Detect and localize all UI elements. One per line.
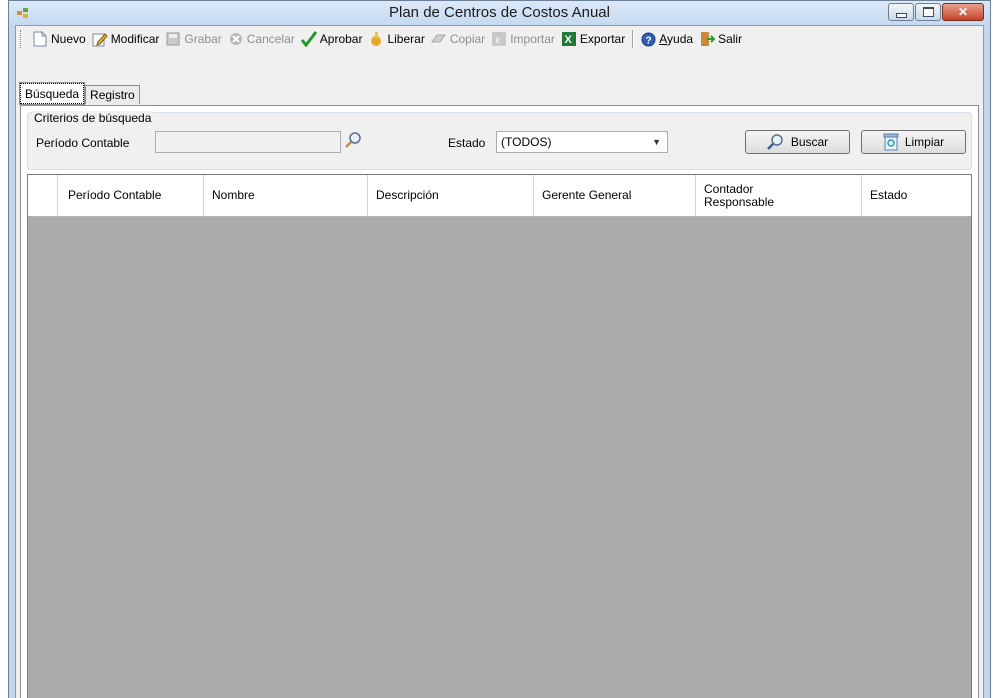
grabar-button[interactable]: Grabar [162, 28, 224, 50]
estado-label: Estado [448, 136, 486, 150]
periodo-contable-input[interactable] [155, 131, 341, 153]
modificar-button[interactable]: Modificar [89, 28, 163, 50]
liberar-button[interactable]: Liberar [365, 28, 427, 50]
aprobar-label: Aprobar [319, 32, 363, 46]
client-area: Nuevo Modificar Grabar Cancelar Aprobar … [15, 25, 984, 698]
toolbar: Nuevo Modificar Grabar Cancelar Aprobar … [16, 26, 983, 52]
copiar-label: Copiar [449, 32, 486, 46]
release-icon [368, 31, 384, 47]
edit-icon [92, 31, 108, 47]
toolbar-grip[interactable] [20, 30, 25, 48]
search-criteria-title: Criterios de búsqueda [32, 111, 154, 125]
ayuda-button[interactable]: ? Ayuda [637, 28, 696, 50]
copiar-button[interactable]: Copiar [428, 28, 488, 50]
row-header-corner[interactable] [28, 175, 58, 216]
column-header-nombre[interactable]: Nombre [204, 175, 368, 216]
liberar-label: Liberar [387, 32, 425, 46]
save-icon [165, 31, 181, 47]
column-header-periodo[interactable]: Período Contable [58, 175, 204, 216]
svg-text:x: x [495, 35, 500, 46]
ayuda-label-rest: yuda [667, 32, 694, 46]
periodo-lookup-button[interactable] [343, 130, 363, 152]
tab-strip: Búsqueda Registro [18, 82, 141, 105]
exportar-label: Exportar [579, 32, 626, 46]
grabar-label: Grabar [184, 32, 222, 46]
importar-label: Importar [510, 32, 555, 46]
exportar-button[interactable]: X Exportar [558, 28, 628, 50]
estado-select-value: (TODOS) [501, 135, 552, 149]
aprobar-button[interactable]: Aprobar [298, 28, 366, 50]
column-header-gerente[interactable]: Gerente General [534, 175, 696, 216]
cancelar-label: Cancelar [246, 32, 295, 46]
salir-button[interactable]: Salir [696, 28, 745, 50]
column-header-estado[interactable]: Estado [862, 175, 971, 216]
ayuda-mnemonic: A [659, 32, 668, 46]
minimize-icon [895, 12, 907, 18]
close-icon: ✕ [957, 5, 969, 19]
grid-header: Período Contable Nombre Descripción Gere… [28, 175, 971, 217]
results-grid[interactable]: Período Contable Nombre Descripción Gere… [27, 174, 972, 698]
nuevo-button[interactable]: Nuevo [29, 28, 89, 50]
exit-icon [699, 31, 716, 47]
cancel-icon [228, 31, 244, 47]
tab-busqueda[interactable]: Búsqueda [18, 82, 86, 105]
importar-button[interactable]: x Importar [488, 28, 558, 50]
chevron-down-icon: ▼ [652, 137, 661, 147]
title-bar[interactable]: Plan de Centros de Costos Anual ✕ [9, 1, 990, 25]
column-header-contador[interactable]: Contador Responsable [696, 175, 862, 216]
tab-registro[interactable]: Registro [85, 85, 140, 104]
column-header-descripcion[interactable]: Descripción [368, 175, 534, 216]
search-criteria-group: Criterios de búsqueda Período Contable E… [27, 111, 972, 170]
close-button[interactable]: ✕ [942, 3, 984, 21]
busqueda-panel: Criterios de búsqueda Período Contable E… [20, 105, 979, 698]
buscar-button[interactable]: Buscar [745, 130, 850, 154]
estado-select[interactable]: (TODOS) ▼ [496, 131, 668, 153]
nuevo-label: Nuevo [51, 32, 86, 46]
toolbar-separator [632, 30, 634, 48]
clear-icon [883, 133, 899, 151]
limpiar-label: Limpiar [904, 135, 945, 149]
ayuda-label: Ayuda [659, 32, 693, 46]
window-title: Plan de Centros de Costos Anual [389, 4, 610, 21]
new-document-icon [32, 31, 48, 47]
modificar-label: Modificar [110, 32, 160, 46]
minimize-button[interactable] [888, 3, 914, 21]
copy-icon [430, 31, 447, 47]
periodo-label: Período Contable [36, 136, 130, 150]
svg-text:X: X [564, 34, 572, 46]
app-window: Plan de Centros de Costos Anual ✕ Nuevo … [8, 0, 991, 698]
import-icon: x [491, 31, 507, 47]
salir-label: Salir [718, 32, 743, 46]
limpiar-button[interactable]: Limpiar [861, 130, 966, 154]
search-icon [766, 133, 785, 151]
excel-icon: X [561, 31, 577, 47]
maximize-icon [922, 7, 934, 17]
checkmark-icon [300, 31, 317, 47]
help-icon: ? [640, 31, 656, 47]
buscar-label: Buscar [790, 135, 829, 149]
magnifier-icon [344, 131, 362, 152]
cancelar-button[interactable]: Cancelar [225, 28, 298, 50]
maximize-button[interactable] [915, 3, 941, 21]
svg-text:?: ? [645, 35, 651, 46]
